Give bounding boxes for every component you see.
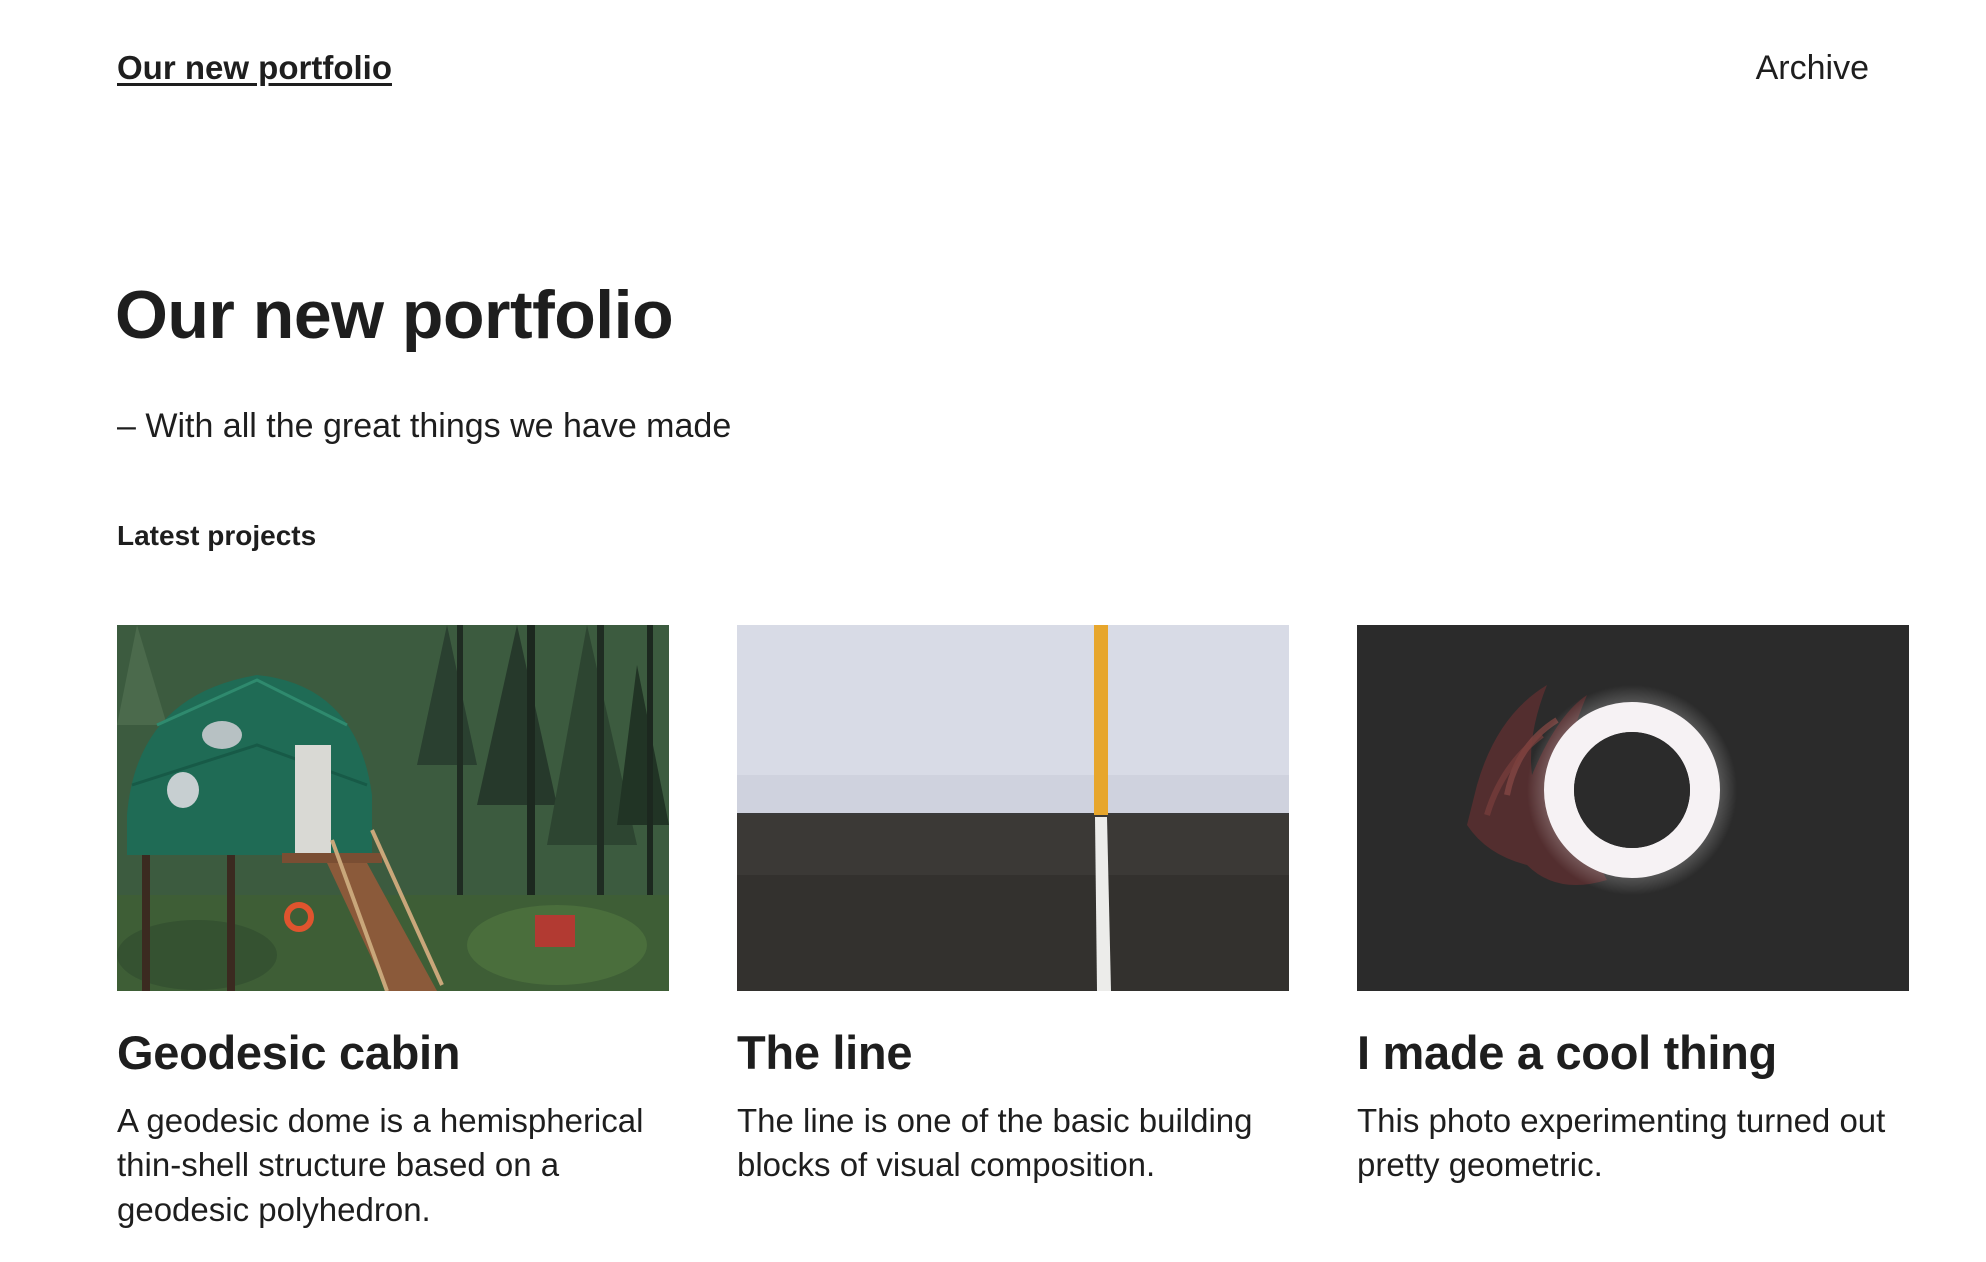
project-title[interactable]: I made a cool thing <box>1357 1027 1909 1079</box>
projects-grid: Geodesic cabin A geodesic dome is a hemi… <box>117 625 1911 1232</box>
page-title: Our new portfolio <box>115 277 674 353</box>
nav-archive-link[interactable]: Archive <box>1756 49 1869 87</box>
project-title[interactable]: Geodesic cabin <box>117 1027 669 1079</box>
site-title-link[interactable]: Our new portfolio <box>117 49 392 87</box>
forest-dome-tent-photo <box>117 625 669 991</box>
project-description: This photo experimenting turned out pret… <box>1357 1101 1886 1184</box>
main-nav: Archive <box>1756 49 1869 88</box>
page-subtitle: – With all the great things we have made <box>117 407 732 445</box>
wall-yellow-line-photo <box>737 625 1289 991</box>
site-header: Our new portfolio Archive <box>117 40 1869 96</box>
project-title[interactable]: The line <box>737 1027 1289 1079</box>
page: Our new portfolio Archive Our new portfo… <box>0 0 1986 1262</box>
project-description: The line is one of the basic building bl… <box>737 1101 1253 1184</box>
project-image-cool-thing[interactable] <box>1357 625 1909 991</box>
latest-projects-heading: Latest projects <box>117 520 317 551</box>
glowing-ring-hand-photo <box>1357 625 1909 991</box>
project-card-geodesic-cabin[interactable]: Geodesic cabin A geodesic dome is a hemi… <box>117 625 669 1232</box>
project-card-cool-thing[interactable]: I made a cool thing This photo experimen… <box>1357 625 1909 1232</box>
project-image-the-line[interactable] <box>737 625 1289 991</box>
project-description: A geodesic dome is a hemispherical thin-… <box>117 1101 644 1228</box>
project-card-the-line[interactable]: The line The line is one of the basic bu… <box>737 625 1289 1232</box>
project-image-geodesic-cabin[interactable] <box>117 625 669 991</box>
